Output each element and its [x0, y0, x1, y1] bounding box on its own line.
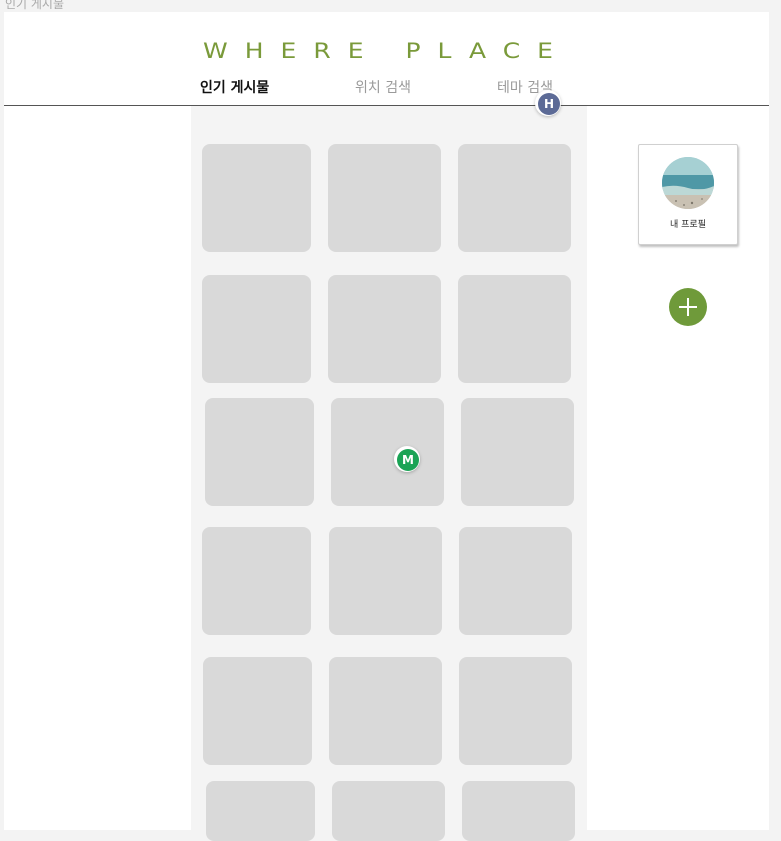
post-tile[interactable]	[458, 275, 571, 383]
add-post-button[interactable]	[669, 288, 707, 326]
profile-image	[662, 157, 714, 209]
beach-image-icon	[662, 157, 714, 209]
tab-location-search[interactable]: 위치 검색	[355, 78, 411, 98]
post-tile[interactable]	[329, 527, 442, 635]
post-tile[interactable]	[328, 144, 441, 252]
app-frame: WHERE PLACE 인기 게시물 위치 검색 테마 검색 H M 내 프로필	[4, 12, 769, 841]
user-avatar-pin-feed[interactable]: M	[394, 446, 420, 472]
post-tile[interactable]	[328, 275, 441, 383]
post-tile[interactable]	[202, 527, 311, 635]
post-tile[interactable]	[202, 275, 311, 383]
post-tile[interactable]	[459, 527, 572, 635]
user-avatar-pin-top[interactable]: H	[535, 90, 561, 116]
popular-posts-grid	[191, 106, 587, 841]
site-logo[interactable]: WHERE PLACE	[4, 38, 769, 64]
document-title: 인기 게시물	[5, 0, 65, 11]
post-tile[interactable]	[202, 144, 311, 252]
post-tile[interactable]	[332, 781, 445, 841]
user-avatar-initial: M	[397, 449, 419, 471]
my-profile-label: 내 프로필	[670, 220, 706, 230]
nav-tabs: 인기 게시물 위치 검색 테마 검색	[4, 78, 769, 104]
post-tile[interactable]	[331, 398, 444, 506]
post-tile[interactable]	[205, 398, 314, 506]
post-tile[interactable]	[206, 781, 315, 841]
my-profile-card[interactable]: 내 프로필	[638, 144, 738, 245]
post-tile[interactable]	[329, 657, 442, 765]
user-avatar-initial: H	[538, 93, 560, 115]
post-tile[interactable]	[203, 657, 312, 765]
tab-popular-posts[interactable]: 인기 게시물	[200, 78, 269, 98]
post-tile[interactable]	[459, 657, 572, 765]
post-tile[interactable]	[458, 144, 571, 252]
post-tile[interactable]	[461, 398, 574, 506]
post-tile[interactable]	[462, 781, 575, 841]
